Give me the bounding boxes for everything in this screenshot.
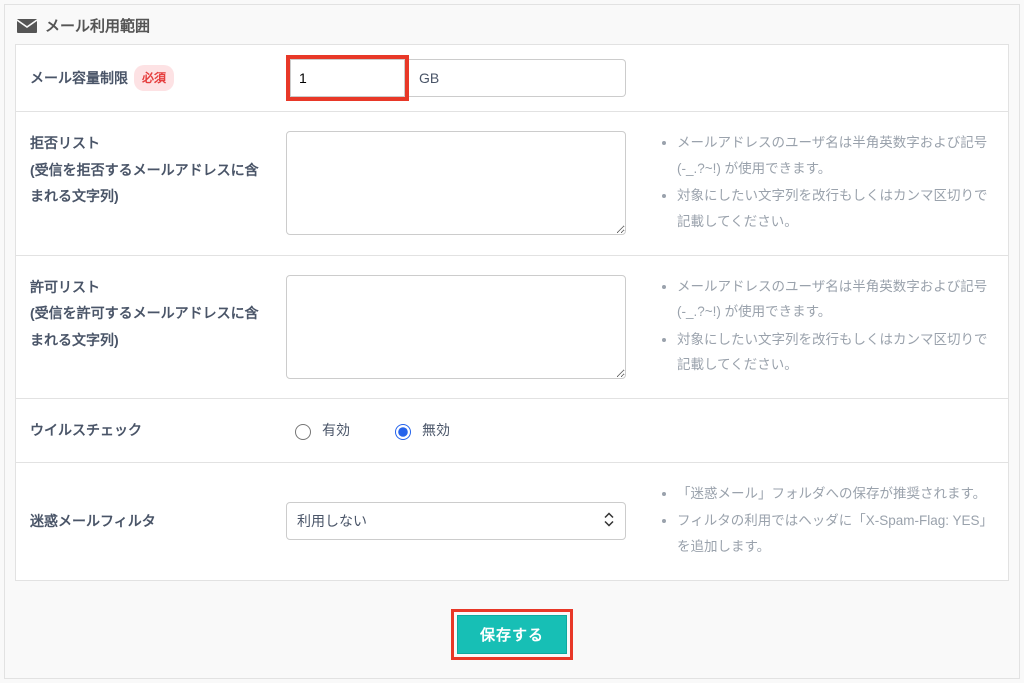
envelope-icon [17, 19, 37, 33]
label-deny-list: 拒否リスト (受信を拒否するメールアドレスに含まれる文字列) [16, 112, 276, 255]
control-deny-list [276, 112, 651, 255]
highlight-save-button: 保存する [451, 609, 573, 660]
row-spam-filter: 迷惑メールフィルタ 利用しない 「迷惑メール」フォルダへの保存が推奨されます。 … [15, 462, 1009, 581]
radio-virus-invalid[interactable]: 無効 [390, 420, 450, 440]
control-capacity: GB [276, 45, 651, 111]
row-allow-list: 許可リスト (受信を許可するメールアドレスに含まれる文字列) メールアドレスのユ… [15, 255, 1009, 399]
help-deny-list: メールアドレスのユーザ名は半角英数字および記号(-_.?~!) が使用できます。… [651, 112, 1008, 255]
control-spam-filter: 利用しない [276, 463, 651, 580]
mail-settings-panel: メール利用範囲 メール容量制限 必須 GB 拒否リスト ( [4, 4, 1020, 679]
control-allow-list [276, 256, 651, 399]
row-capacity: メール容量制限 必須 GB [15, 44, 1009, 111]
row-deny-list: 拒否リスト (受信を拒否するメールアドレスに含まれる文字列) メールアドレスのユ… [15, 111, 1009, 255]
help-allow-list: メールアドレスのユーザ名は半角英数字および記号(-_.?~!) が使用できます。… [651, 256, 1008, 399]
radio-virus-valid[interactable]: 有効 [290, 420, 350, 440]
label-spam-filter: 迷惑メールフィルタ [16, 463, 276, 580]
capacity-input[interactable] [290, 59, 405, 97]
panel-header: メール利用範囲 [15, 15, 1009, 44]
save-button[interactable]: 保存する [457, 615, 567, 654]
highlight-capacity-input [286, 55, 409, 101]
radio-virus-valid-input[interactable] [295, 424, 311, 440]
deny-list-textarea[interactable] [286, 131, 626, 235]
label-capacity: メール容量制限 必須 [16, 45, 276, 111]
row-virus-check: ウイルスチェック 有効 無効 [15, 398, 1009, 462]
button-bar: 保存する [15, 609, 1009, 660]
required-badge: 必須 [134, 65, 174, 92]
form-table: メール容量制限 必須 GB 拒否リスト (受信を拒否するメールアドレスに含まれる… [15, 44, 1009, 581]
capacity-unit: GB [409, 59, 626, 97]
label-allow-list: 許可リスト (受信を許可するメールアドレスに含まれる文字列) [16, 256, 276, 399]
radio-virus-invalid-input[interactable] [395, 424, 411, 440]
label-virus-check: ウイルスチェック [16, 399, 276, 462]
control-virus-check: 有効 無効 [276, 399, 651, 462]
spam-filter-select[interactable]: 利用しない [286, 502, 626, 540]
help-spam-filter: 「迷惑メール」フォルダへの保存が推奨されます。 フィルタの利用ではヘッダに「X-… [651, 463, 1008, 580]
panel-title: メール利用範囲 [45, 15, 150, 36]
allow-list-textarea[interactable] [286, 275, 626, 379]
